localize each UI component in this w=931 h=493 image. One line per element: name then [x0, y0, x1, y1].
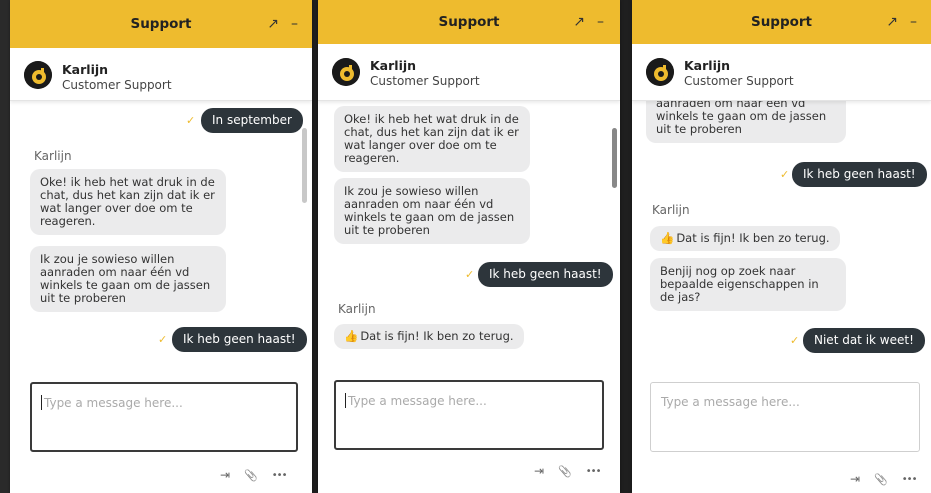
chat-panel-3: Support ↗ – Karlijn Customer Support aan… [632, 0, 931, 493]
chat-title: Support [130, 16, 192, 32]
agent-name: Karlijn [62, 62, 109, 77]
chat-header: Support ↗ – [632, 0, 931, 44]
exit-icon[interactable]: ⇥ [850, 472, 860, 486]
message-input[interactable]: Type a message here... [650, 382, 920, 452]
scrollbar-thumb[interactable] [302, 128, 307, 203]
check-icon: ✓ [158, 333, 168, 346]
sent-message: Niet dat ik weet! [803, 328, 925, 353]
text-caret [41, 395, 42, 410]
more-icon[interactable]: ••• [902, 474, 918, 485]
thumbs-up-icon: 👍 [660, 231, 675, 245]
input-placeholder: Type a message here... [44, 396, 183, 410]
check-icon: ✓ [780, 168, 790, 181]
agent-name: Karlijn [370, 58, 417, 73]
sender-name: Karlijn [652, 203, 690, 217]
message-text: Dat is fijn! Ik ben zo terug. [360, 329, 514, 343]
sent-message: Ik heb geen haast! [792, 162, 927, 187]
footer-icons: ⇥ 📎 ••• [850, 472, 918, 486]
agent-role: Customer Support [62, 78, 172, 92]
message-list[interactable]: Oke! ik heb het wat druk in de chat, dus… [318, 100, 620, 362]
agent-bar: Karlijn Customer Support [10, 48, 312, 101]
chat-panel-1: Support ↗ – Karlijn Customer Support ✓ I… [10, 0, 312, 493]
chat-title: Support [438, 14, 500, 30]
agent-role: Customer Support [684, 74, 794, 88]
agent-name: Karlijn [684, 58, 731, 73]
more-icon[interactable]: ••• [272, 470, 288, 481]
check-icon: ✓ [790, 334, 800, 347]
message-list[interactable]: aanraden om naar één vd winkels te gaan … [632, 100, 931, 362]
sender-name: Karlijn [338, 302, 376, 316]
input-placeholder: Type a message here... [348, 394, 487, 408]
agent-role: Customer Support [370, 74, 480, 88]
attach-icon[interactable]: 📎 [874, 473, 888, 486]
text-caret [345, 393, 346, 408]
expand-icon[interactable]: ↗ [573, 15, 585, 29]
scrollbar-thumb[interactable] [612, 128, 617, 188]
check-icon: ✓ [465, 268, 475, 281]
exit-icon[interactable]: ⇥ [220, 468, 230, 482]
expand-icon[interactable]: ↗ [267, 17, 279, 31]
agent-bar: Karlijn Customer Support [632, 44, 931, 101]
agent-avatar [332, 58, 360, 86]
message-text: Dat is fijn! Ik ben zo terug. [676, 231, 830, 245]
received-message: Oke! ik heb het wat druk in de chat, dus… [30, 169, 226, 235]
sent-message: Ik heb geen haast! [478, 262, 613, 287]
chat-title: Support [750, 14, 813, 30]
sender-name: Karlijn [34, 149, 72, 163]
sent-message: Ik heb geen haast! [172, 327, 307, 352]
minimize-icon[interactable]: – [291, 17, 298, 31]
more-icon[interactable]: ••• [586, 466, 602, 477]
footer-icons: ⇥ 📎 ••• [220, 468, 288, 482]
check-icon: ✓ [186, 114, 196, 127]
background-strip [0, 0, 10, 493]
thumbs-up-icon: 👍 [344, 329, 359, 343]
received-message: Benjij nog op zoek naar bepaalde eigensc… [650, 258, 846, 311]
expand-icon[interactable]: ↗ [886, 15, 898, 29]
exit-icon[interactable]: ⇥ [534, 464, 544, 478]
message-list[interactable]: ✓ In september Karlijn Oke! ik heb het w… [10, 100, 312, 360]
received-message: Oke! ik heb het wat druk in de chat, dus… [334, 106, 530, 172]
chat-header: Support ↗ – [318, 0, 620, 44]
footer-icons: ⇥ 📎 ••• [534, 464, 602, 478]
agent-avatar [646, 58, 674, 86]
input-placeholder: Type a message here... [661, 395, 800, 409]
received-message: 👍 Dat is fijn! Ik ben zo terug. [650, 226, 840, 251]
agent-bar: Karlijn Customer Support [318, 44, 620, 101]
message-input[interactable]: Type a message here... [30, 382, 298, 452]
agent-avatar [24, 61, 52, 89]
minimize-icon[interactable]: – [910, 15, 917, 29]
sent-message: In september [201, 108, 303, 133]
received-message: aanraden om naar één vd winkels te gaan … [646, 100, 846, 143]
minimize-icon[interactable]: – [597, 15, 604, 29]
chat-panel-2: Support ↗ – Karlijn Customer Support Oke… [318, 0, 620, 493]
received-message: Ik zou je sowieso willen aanraden om naa… [334, 178, 530, 244]
attach-icon[interactable]: 📎 [558, 465, 572, 478]
message-input[interactable]: Type a message here... [334, 380, 604, 450]
attach-icon[interactable]: 📎 [244, 469, 258, 482]
chat-header: Support ↗ – [10, 0, 312, 48]
received-message: 👍 Dat is fijn! Ik ben zo terug. [334, 324, 524, 349]
received-message: Ik zou je sowieso willen aanraden om naa… [30, 246, 226, 312]
